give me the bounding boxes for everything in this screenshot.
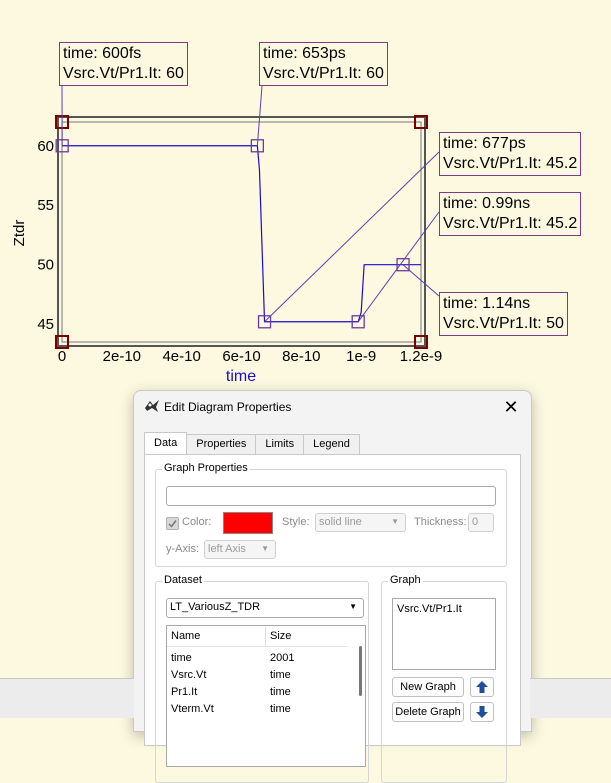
dialog-titlebar[interactable]: Edit Diagram Properties ✕ xyxy=(134,391,531,423)
y-axis-select[interactable]: left Axis ▼ xyxy=(204,540,276,559)
marker-annotation[interactable]: time: 653psVsrc.Vt/Pr1.It: 60 xyxy=(259,42,388,86)
marker-value-text: Vsrc.Vt/Pr1.It: 45.2 xyxy=(443,154,577,174)
bottom-panel xyxy=(0,678,134,718)
line-style-value: solid line xyxy=(319,516,362,528)
x-axis-label: time xyxy=(226,368,256,385)
color-label: Color: xyxy=(182,516,211,528)
graph-group: Graph Vsrc.Vt/Pr1.It New Graph Delete Gr… xyxy=(381,581,507,783)
marker-value-text: Vsrc.Vt/Pr1.It: 60 xyxy=(263,64,384,84)
graph-properties-group: Graph Properties Color: Style: solid lin… xyxy=(155,469,507,567)
marker-annotation[interactable]: time: 0.99nsVsrc.Vt/Pr1.It: 45.2 xyxy=(439,192,581,236)
name-column-header[interactable]: Name xyxy=(171,630,200,642)
data-tab-panel: Graph Properties Color: Style: solid lin… xyxy=(144,454,521,746)
size-column-header[interactable]: Size xyxy=(270,630,291,642)
column-divider xyxy=(265,626,266,646)
x-tick-label: 6e-10 xyxy=(222,348,260,365)
line-style-select[interactable]: solid line ▼ xyxy=(315,513,406,532)
new-graph-button[interactable]: New Graph xyxy=(392,677,464,697)
y-tick-label: 60 xyxy=(37,138,54,155)
list-item[interactable]: Pr1.Ittime xyxy=(171,686,197,698)
x-tick-label: 2e-10 xyxy=(103,348,141,365)
delete-graph-button[interactable]: Delete Graph xyxy=(392,702,464,722)
tab-legend[interactable]: Legend xyxy=(303,434,360,455)
y-axis-select-label: y-Axis: xyxy=(166,543,199,555)
color-swatch-button[interactable] xyxy=(223,512,273,534)
app-icon xyxy=(144,399,160,413)
arrow-down-icon xyxy=(471,703,493,721)
arrow-up-icon xyxy=(471,678,493,696)
thickness-input[interactable]: 0 xyxy=(468,513,494,532)
thickness-label: Thickness: xyxy=(414,516,467,528)
graph-expression-input[interactable] xyxy=(166,486,496,506)
close-icon[interactable]: ✕ xyxy=(499,395,523,419)
chevron-down-icon: ▼ xyxy=(349,602,357,611)
y-axis-select-value: left Axis xyxy=(208,543,246,555)
x-tick-label: 4e-10 xyxy=(162,348,200,365)
chevron-down-icon: ▼ xyxy=(261,544,269,553)
tab-bar: Data Properties Limits Legend xyxy=(144,434,359,455)
tab-data[interactable]: Data xyxy=(144,432,187,456)
tab-properties[interactable]: Properties xyxy=(186,434,256,455)
list-item[interactable]: time2001 xyxy=(171,652,192,664)
chevron-down-icon: ▼ xyxy=(391,517,399,526)
x-tick-label: 8e-10 xyxy=(282,348,320,365)
edit-diagram-properties-dialog: Edit Diagram Properties ✕ Data Propertie… xyxy=(133,390,532,732)
marker-annotation[interactable]: time: 600fsVsrc.Vt/Pr1.It: 60 xyxy=(59,42,188,86)
plot-frame-outer xyxy=(58,117,425,346)
tab-limits[interactable]: Limits xyxy=(255,434,304,455)
y-tick-label: 50 xyxy=(37,257,54,274)
bottom-panel-right xyxy=(530,678,611,718)
x-tick-label: 1e-9 xyxy=(346,348,376,365)
marker-time-text: time: 0.99ns xyxy=(443,194,577,214)
marker-value-text: Vsrc.Vt/Pr1.It: 50 xyxy=(443,314,564,334)
graph-list-item[interactable]: Vsrc.Vt/Pr1.It xyxy=(397,603,462,615)
marker-time-text: time: 1.14ns xyxy=(443,294,564,314)
move-up-button[interactable] xyxy=(470,677,494,697)
y-tick-label: 55 xyxy=(37,197,54,214)
list-header: Name Size xyxy=(167,626,347,647)
y-tick-label: 45 xyxy=(37,316,54,333)
dataset-select-value: LT_VariousZ_TDR xyxy=(170,601,260,613)
graph-properties-label: Graph Properties xyxy=(162,462,250,474)
graph-label: Graph xyxy=(388,574,423,586)
dialog-title: Edit Diagram Properties xyxy=(164,400,291,414)
dataset-select[interactable]: LT_VariousZ_TDR ▼ xyxy=(166,598,364,618)
list-item[interactable]: Vsrc.Vttime xyxy=(171,669,206,681)
graph-list[interactable]: Vsrc.Vt/Pr1.It xyxy=(392,598,496,670)
marker-time-text: time: 677ps xyxy=(443,134,577,154)
marker-value-text: Vsrc.Vt/Pr1.It: 45.2 xyxy=(443,214,577,234)
x-tick-label: 0 xyxy=(58,348,66,365)
thickness-value: 0 xyxy=(472,516,478,528)
checkmark-icon xyxy=(167,518,178,529)
marker-time-text: time: 600fs xyxy=(63,44,184,64)
marker-annotation[interactable]: time: 677psVsrc.Vt/Pr1.It: 45.2 xyxy=(439,132,581,176)
marker-time-text: time: 653ps xyxy=(263,44,384,64)
list-item[interactable]: Vterm.Vttime xyxy=(171,703,214,715)
marker-value-text: Vsrc.Vt/Pr1.It: 60 xyxy=(63,64,184,84)
x-tick-label: 1.2e-9 xyxy=(400,348,443,365)
list-scrollbar[interactable] xyxy=(359,646,362,696)
color-checkbox[interactable] xyxy=(166,517,179,530)
marker-annotation[interactable]: time: 1.14nsVsrc.Vt/Pr1.It: 50 xyxy=(439,292,568,336)
style-label: Style: xyxy=(282,516,310,528)
dataset-group: Dataset LT_VariousZ_TDR ▼ Name Size time… xyxy=(155,581,369,783)
y-axis-label: Ztdr xyxy=(11,220,28,247)
move-down-button[interactable] xyxy=(470,702,494,722)
dataset-label: Dataset xyxy=(162,574,204,586)
dataset-variables-list[interactable]: Name Size time2001 Vsrc.Vttime Pr1.Ittim… xyxy=(166,625,366,767)
